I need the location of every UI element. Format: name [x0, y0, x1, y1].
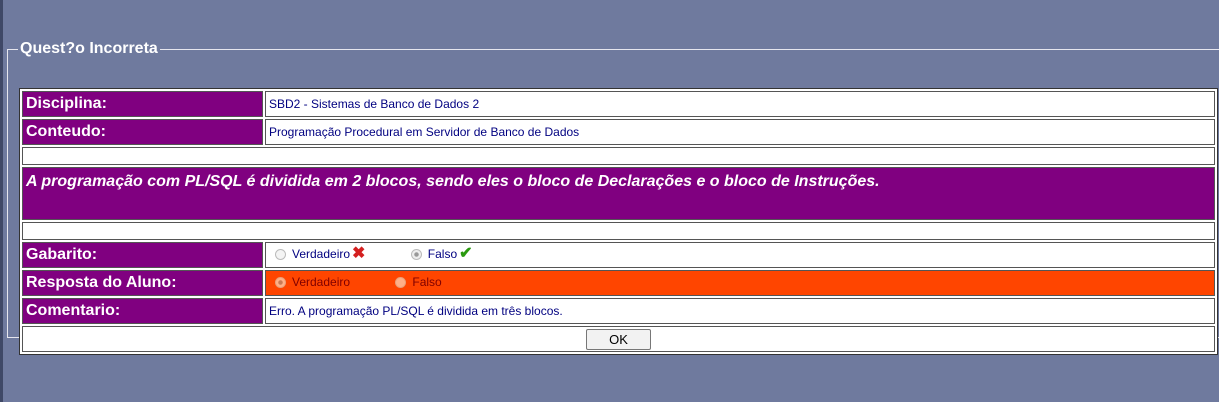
resposta-label: Resposta do Aluno:	[22, 270, 263, 296]
question-text: A programação com PL/SQL é dividida em 2…	[22, 167, 1215, 220]
question-fieldset: Quest?o Incorreta Disciplina: SBD2 - Sis…	[7, 40, 1219, 355]
cross-icon: ✖	[352, 245, 366, 263]
resposta-option-falso: Falso	[389, 275, 442, 290]
option-label: Falso	[427, 247, 458, 262]
blank-row	[22, 147, 1215, 165]
row-conteudo: Conteudo: Programação Procedural em Serv…	[22, 119, 1215, 145]
option-label: Verdadeiro	[292, 275, 351, 290]
row-ok: OK	[22, 326, 1215, 352]
row-comentario: Comentario: Erro. A programação PL/SQL é…	[22, 298, 1215, 324]
row-resposta: Resposta do Aluno: Verdadeiro Falso	[22, 270, 1215, 296]
ok-button[interactable]: OK	[586, 328, 651, 350]
option-label: Verdadeiro	[292, 247, 351, 262]
conteudo-value: Programação Procedural em Servidor de Ba…	[265, 119, 1215, 145]
resposta-options: Verdadeiro Falso	[265, 270, 1215, 296]
disciplina-value: SBD2 - Sistemas de Banco de Dados 2	[265, 91, 1215, 117]
fieldset-legend: Quest?o Incorreta	[20, 40, 158, 57]
conteudo-label: Conteudo:	[22, 119, 263, 145]
gabarito-label: Gabarito:	[22, 242, 263, 268]
radio-button-checked[interactable]	[275, 276, 286, 288]
left-border-strip	[0, 0, 3, 402]
row-disciplina: Disciplina: SBD2 - Sistemas de Banco de …	[22, 91, 1215, 117]
row-gabarito: Gabarito: Verdadeiro ✖ Falso ✔	[22, 242, 1215, 268]
gabarito-options: Verdadeiro ✖ Falso ✔	[265, 242, 1215, 268]
question-table: Disciplina: SBD2 - Sistemas de Banco de …	[19, 88, 1218, 355]
gabarito-option-verdadeiro: Verdadeiro ✖	[269, 245, 366, 263]
check-icon: ✔	[459, 245, 473, 263]
option-label: Falso	[412, 275, 442, 290]
radio-button[interactable]	[275, 248, 286, 260]
blank-row	[22, 222, 1215, 240]
radio-button-checked[interactable]	[410, 248, 422, 260]
comentario-label: Comentario:	[22, 298, 263, 324]
gabarito-option-falso: Falso ✔	[405, 245, 473, 263]
row-question: A programação com PL/SQL é dividida em 2…	[22, 167, 1215, 220]
radio-button[interactable]	[395, 276, 407, 288]
resposta-option-verdadeiro: Verdadeiro	[269, 275, 350, 289]
comentario-value: Erro. A programação PL/SQL é dividida em…	[265, 298, 1215, 324]
disciplina-label: Disciplina:	[22, 91, 263, 117]
